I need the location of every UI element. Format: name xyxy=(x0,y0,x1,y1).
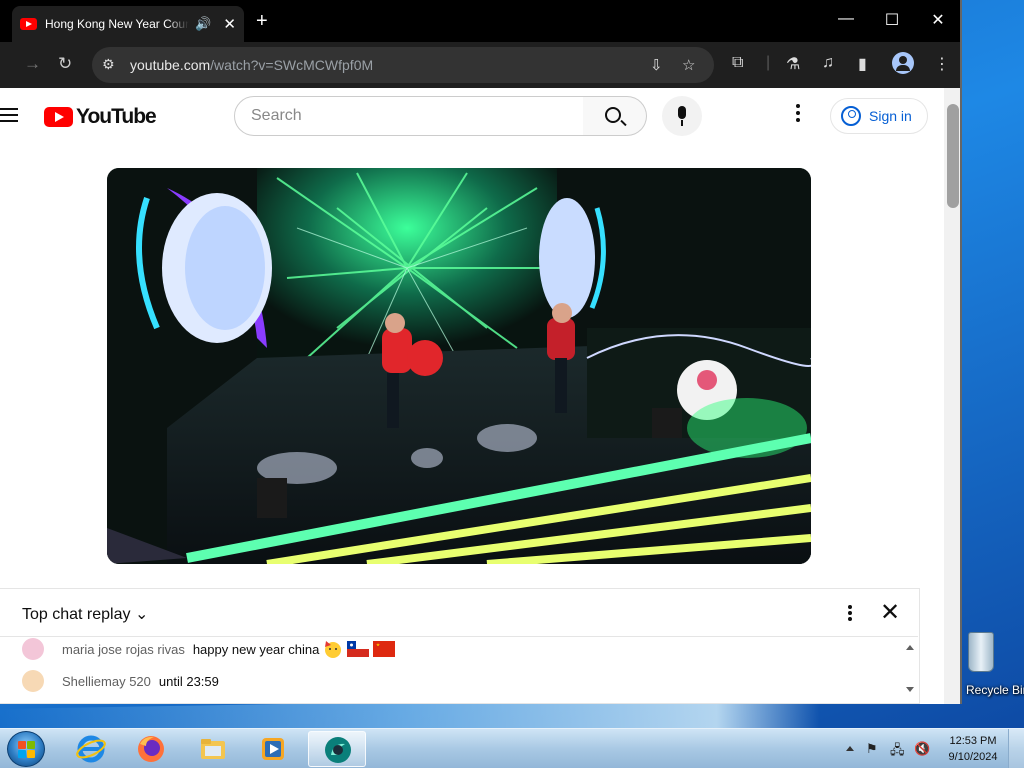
media-player-icon xyxy=(262,738,284,760)
firefox-icon xyxy=(138,736,164,762)
chat-author[interactable]: Shelliemay 520 xyxy=(62,674,151,689)
youtube-play-icon xyxy=(44,107,73,127)
taskbar-media-player[interactable] xyxy=(244,731,302,767)
system-tray: ⚑ 🖧 🔇 12:53 PM 9/10/2024 xyxy=(846,729,1024,768)
chevron-down-icon: ⌄ xyxy=(134,606,149,623)
show-hidden-icons-icon[interactable] xyxy=(846,746,854,751)
chat-message: Shelliemay 520 until 23:59 xyxy=(22,669,219,693)
browser-app-icon xyxy=(325,737,351,763)
toolbar-divider: | xyxy=(766,54,771,71)
extensions-icon[interactable]: ⧉ xyxy=(732,54,743,72)
show-desktop-button[interactable] xyxy=(1008,729,1024,768)
tab-active[interactable]: Hong Kong New Year Countdown 🔊 ✕ xyxy=(12,6,244,42)
scroll-up-icon[interactable] xyxy=(906,645,914,650)
live-chat-panel: Top chat replay ⌄ ✕ maria jose rojas riv… xyxy=(0,588,920,704)
chat-scrollbar[interactable] xyxy=(904,641,916,701)
site-info-icon[interactable]: ⚙ xyxy=(102,56,115,73)
minimize-button[interactable]: — xyxy=(836,10,856,28)
chat-author[interactable]: maria jose rojas rivas xyxy=(62,642,185,657)
microphone-stand xyxy=(681,120,683,126)
chat-message: maria jose rojas rivas happy new year ch… xyxy=(22,637,396,661)
browser-toolbar: → ↻ ⚙ youtube.com/watch?v=SWcMCWfpf0M ⇩ … xyxy=(0,42,960,88)
clock-date: 9/10/2024 xyxy=(948,751,998,763)
chat-text: until 23:59 xyxy=(158,673,219,689)
profile-avatar-icon[interactable] xyxy=(892,52,914,74)
clock-time: 12:53 PM xyxy=(949,735,997,747)
scroll-down-icon[interactable] xyxy=(906,687,914,692)
media-controls-icon[interactable]: ♫ xyxy=(822,54,834,72)
windows-logo-icon xyxy=(18,741,36,759)
side-panel-icon[interactable]: ▮ xyxy=(858,54,867,74)
internet-explorer-icon xyxy=(76,735,106,763)
taskbar-browser-app[interactable] xyxy=(308,731,366,767)
tab-strip: Hong Kong New Year Countdown 🔊 ✕ + — ☐ ✕ xyxy=(0,0,960,42)
youtube-favicon-icon xyxy=(20,18,37,30)
flag-china-icon xyxy=(373,641,396,657)
avatar[interactable] xyxy=(22,670,44,692)
sign-in-label: Sign in xyxy=(869,108,912,124)
url-text: youtube.com/watch?v=SWcMCWfpf0M xyxy=(130,57,374,73)
forward-button[interactable]: → xyxy=(24,54,41,74)
chat-more-options-icon[interactable] xyxy=(848,605,852,623)
hamburger-menu-icon[interactable] xyxy=(0,108,18,126)
folder-icon xyxy=(201,739,225,759)
microphone-icon xyxy=(678,106,686,119)
start-button[interactable] xyxy=(7,731,45,767)
sign-in-button[interactable]: Sign in xyxy=(830,98,928,134)
labs-flask-icon[interactable]: ⚗ xyxy=(786,54,800,74)
partying-face-icon xyxy=(325,641,342,658)
voice-search-button[interactable] xyxy=(662,96,702,136)
recycle-bin-icon xyxy=(968,632,994,672)
youtube-page: YouTube Search Sign in Top chat replay ⌄… xyxy=(0,88,944,704)
recycle-bin-label: Recycle Bin xyxy=(966,683,1024,697)
browser-window: Hong Kong New Year Countdown 🔊 ✕ + — ☐ ✕… xyxy=(0,0,962,704)
chat-text: happy new year china xyxy=(192,641,320,657)
taskbar-firefox[interactable] xyxy=(122,731,180,767)
avatar[interactable] xyxy=(22,638,44,660)
action-center-flag-icon[interactable]: ⚑ xyxy=(866,741,878,757)
volume-muted-icon[interactable]: 🔇 xyxy=(914,741,930,757)
video-player[interactable] xyxy=(107,168,811,564)
new-tab-button[interactable]: + xyxy=(256,10,268,33)
speaker-icon[interactable]: 🔊 xyxy=(195,16,211,32)
close-window-button[interactable]: ✕ xyxy=(928,10,948,30)
youtube-logo-text: YouTube xyxy=(76,105,157,128)
search-button[interactable] xyxy=(583,96,647,136)
flag-chile-icon xyxy=(347,641,370,657)
tab-title: Hong Kong New Year Countdown xyxy=(45,17,190,31)
recycle-bin[interactable]: Recycle Bin xyxy=(960,628,1024,700)
bookmark-star-icon[interactable]: ☆ xyxy=(682,56,695,74)
clock[interactable]: 12:53 PM 9/10/2024 xyxy=(940,733,1006,765)
taskbar-file-explorer[interactable] xyxy=(184,731,242,767)
taskbar-internet-explorer[interactable] xyxy=(62,731,120,767)
youtube-logo[interactable]: YouTube xyxy=(44,105,157,129)
reload-button[interactable]: ↻ xyxy=(58,54,72,74)
maximize-button[interactable]: ☐ xyxy=(882,10,902,30)
search-icon xyxy=(605,107,621,123)
more-options-icon[interactable] xyxy=(796,104,804,125)
account-circle-icon xyxy=(841,106,861,126)
taskbar: ⚑ 🖧 🔇 12:53 PM 9/10/2024 xyxy=(0,728,1024,768)
network-icon[interactable]: 🖧 xyxy=(890,741,905,763)
chat-header: Top chat replay ⌄ ✕ xyxy=(0,589,918,637)
video-frame xyxy=(107,168,811,564)
scrollbar-thumb[interactable] xyxy=(947,104,959,208)
address-bar[interactable]: ⚙ youtube.com/watch?v=SWcMCWfpf0M ⇩ ☆ xyxy=(92,47,714,83)
chrome-menu-icon[interactable]: ⋮ xyxy=(934,54,950,74)
install-app-icon[interactable]: ⇩ xyxy=(650,56,663,74)
chat-mode-dropdown[interactable]: Top chat replay ⌄ xyxy=(22,604,148,624)
tab-close-icon[interactable]: ✕ xyxy=(223,15,236,33)
page-scrollbar[interactable] xyxy=(944,88,960,704)
chat-close-icon[interactable]: ✕ xyxy=(880,601,900,625)
search-input[interactable]: Search xyxy=(234,96,584,136)
